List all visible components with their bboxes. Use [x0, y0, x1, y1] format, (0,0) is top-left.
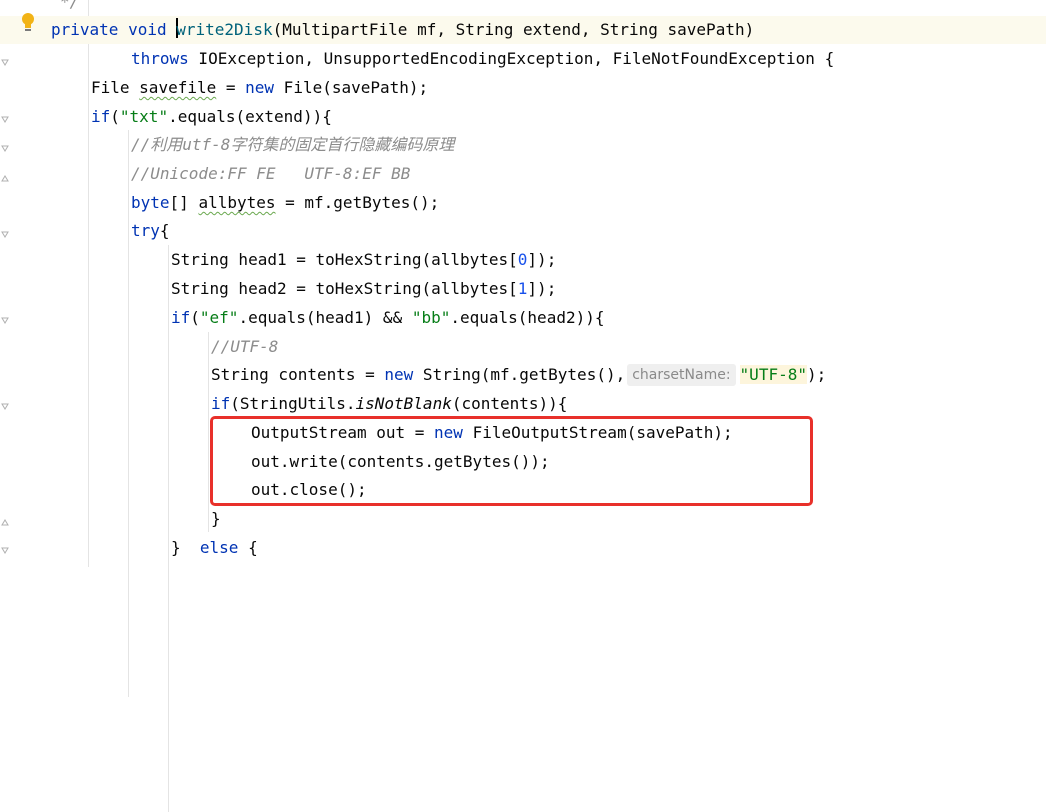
code-line-text: if("ef".equals(head1) && "bb".equals(hea…: [171, 308, 604, 327]
code-line[interactable]: if("txt".equals(extend)){: [0, 103, 1046, 131]
code-token: }: [171, 538, 200, 557]
code-line-text: //利用utf-8字符集的固定首行隐藏编码原理: [131, 135, 454, 154]
code-token: File: [91, 78, 140, 97]
code-line-text: try{: [131, 221, 170, 240]
fold-icon[interactable]: [1, 174, 9, 182]
code-token: .equals(head1) &&: [238, 308, 412, 327]
code-line-text: String head2 = toHexString(allbytes[1]);: [171, 279, 556, 298]
code-token: "UTF-8": [739, 365, 807, 384]
code-token: new: [245, 78, 275, 97]
code-line-text: String head1 = toHexString(allbytes[0]);: [171, 250, 556, 269]
code-line[interactable]: */: [0, 0, 1046, 16]
code-line-text: byte[] allbytes = mf.getBytes();: [131, 193, 439, 212]
code-token: String head1 = toHexString(allbytes[: [171, 250, 518, 269]
code-token: if: [211, 394, 231, 413]
code-token: File(savePath);: [274, 78, 429, 97]
code-token: IOException, UnsupportedEncodingExceptio…: [188, 49, 835, 68]
code-line[interactable]: //利用utf-8字符集的固定首行隐藏编码原理: [0, 131, 1046, 159]
fold-icon[interactable]: [1, 145, 9, 153]
code-token: (StringUtils.: [230, 394, 356, 413]
parameter-hint: charsetName:: [627, 364, 736, 386]
code-token: []: [169, 193, 199, 212]
code-token: {: [159, 221, 170, 240]
code-token: "bb": [411, 308, 451, 327]
code-line[interactable]: String head1 = toHexString(allbytes[0]);: [0, 246, 1046, 274]
fold-icon[interactable]: [1, 317, 9, 325]
code-token: (: [110, 107, 120, 126]
code-token: =: [216, 78, 246, 97]
code-token: */: [60, 0, 80, 11]
code-token: private: [51, 20, 119, 39]
code-token: String contents =: [211, 365, 385, 384]
code-token: String head2 = toHexString(allbytes[: [171, 279, 518, 298]
code-token: try: [131, 221, 160, 240]
code-token: (contents)){: [451, 394, 568, 413]
code-token: //利用utf-8字符集的固定首行隐藏编码原理: [131, 135, 455, 154]
code-line-text: private void write2Disk(MultipartFile mf…: [51, 18, 755, 39]
code-token: }: [211, 509, 221, 528]
code-line-text: if("txt".equals(extend)){: [91, 107, 332, 126]
code-token: "txt": [119, 107, 169, 126]
code-token: //UTF-8: [211, 337, 279, 356]
code-token: );: [806, 365, 827, 384]
code-line[interactable]: } else {: [0, 534, 1046, 562]
code-line-text: //UTF-8: [211, 337, 278, 356]
code-line[interactable]: String contents = new String(mf.getBytes…: [0, 361, 1046, 389]
code-line[interactable]: try{: [0, 217, 1046, 245]
fold-icon[interactable]: [1, 59, 9, 67]
code-line-current[interactable]: private void write2Disk(MultipartFile mf…: [0, 16, 1046, 44]
fold-icon[interactable]: [1, 518, 9, 526]
code-token: allbytes: [198, 193, 276, 212]
code-token: write2Disk: [176, 20, 273, 39]
code-token: .equals(head2)){: [450, 308, 605, 327]
code-line-text: String contents = new String(mf.getBytes…: [211, 364, 827, 386]
code-line-text: */: [60, 0, 79, 11]
code-token: throws: [131, 49, 189, 68]
code-token: isNotBlank: [355, 394, 452, 413]
code-token: = mf.getBytes();: [275, 193, 440, 212]
code-line[interactable]: File savefile = new File(savePath);: [0, 74, 1046, 102]
code-token: savefile: [139, 78, 217, 97]
code-line[interactable]: }: [0, 505, 1046, 533]
code-token: String(mf.getBytes(),: [413, 365, 626, 384]
code-token: new: [384, 365, 414, 384]
code-token: 0: [517, 250, 528, 269]
code-line-text: //Unicode:FF FE UTF-8:EF BB: [131, 164, 410, 183]
code-token: (MultipartFile mf, String extend, String…: [272, 20, 755, 39]
fold-icon[interactable]: [1, 231, 9, 239]
code-line-text: File savefile = new File(savePath);: [91, 78, 428, 97]
code-line-text: throws IOException, UnsupportedEncodingE…: [131, 49, 834, 68]
code-token: //Unicode:FF FE UTF-8:EF BB: [131, 164, 411, 183]
code-line[interactable]: //Unicode:FF FE UTF-8:EF BB: [0, 160, 1046, 188]
red-highlight-box: [210, 416, 813, 506]
code-token: (: [190, 308, 200, 327]
code-token: 1: [517, 279, 528, 298]
code-line[interactable]: if("ef".equals(head1) && "bb".equals(hea…: [0, 304, 1046, 332]
code-line[interactable]: String head2 = toHexString(allbytes[1]);: [0, 275, 1046, 303]
fold-icon[interactable]: [1, 403, 9, 411]
code-token: if: [171, 308, 191, 327]
fold-icon[interactable]: [1, 547, 9, 555]
code-line[interactable]: if(StringUtils.isNotBlank(contents)){: [0, 390, 1046, 418]
code-token: if: [91, 107, 111, 126]
fold-icon[interactable]: [1, 116, 9, 124]
code-token: else: [199, 538, 239, 557]
code-line[interactable]: byte[] allbytes = mf.getBytes();: [0, 189, 1046, 217]
code-token: .equals(extend)){: [168, 107, 332, 126]
code-token: ]);: [527, 250, 557, 269]
code-token: "ef": [199, 308, 239, 327]
code-token: ]);: [527, 279, 557, 298]
code-line[interactable]: //UTF-8: [0, 333, 1046, 361]
code-token: void: [128, 20, 167, 39]
code-line[interactable]: throws IOException, UnsupportedEncodingE…: [0, 45, 1046, 73]
code-line-text: if(StringUtils.isNotBlank(contents)){: [211, 394, 567, 413]
code-token: byte: [131, 193, 170, 212]
code-token: {: [238, 538, 258, 557]
code-line-text: } else {: [171, 538, 258, 557]
code-line-text: }: [211, 509, 221, 528]
lightbulb-icon[interactable]: [20, 12, 36, 34]
